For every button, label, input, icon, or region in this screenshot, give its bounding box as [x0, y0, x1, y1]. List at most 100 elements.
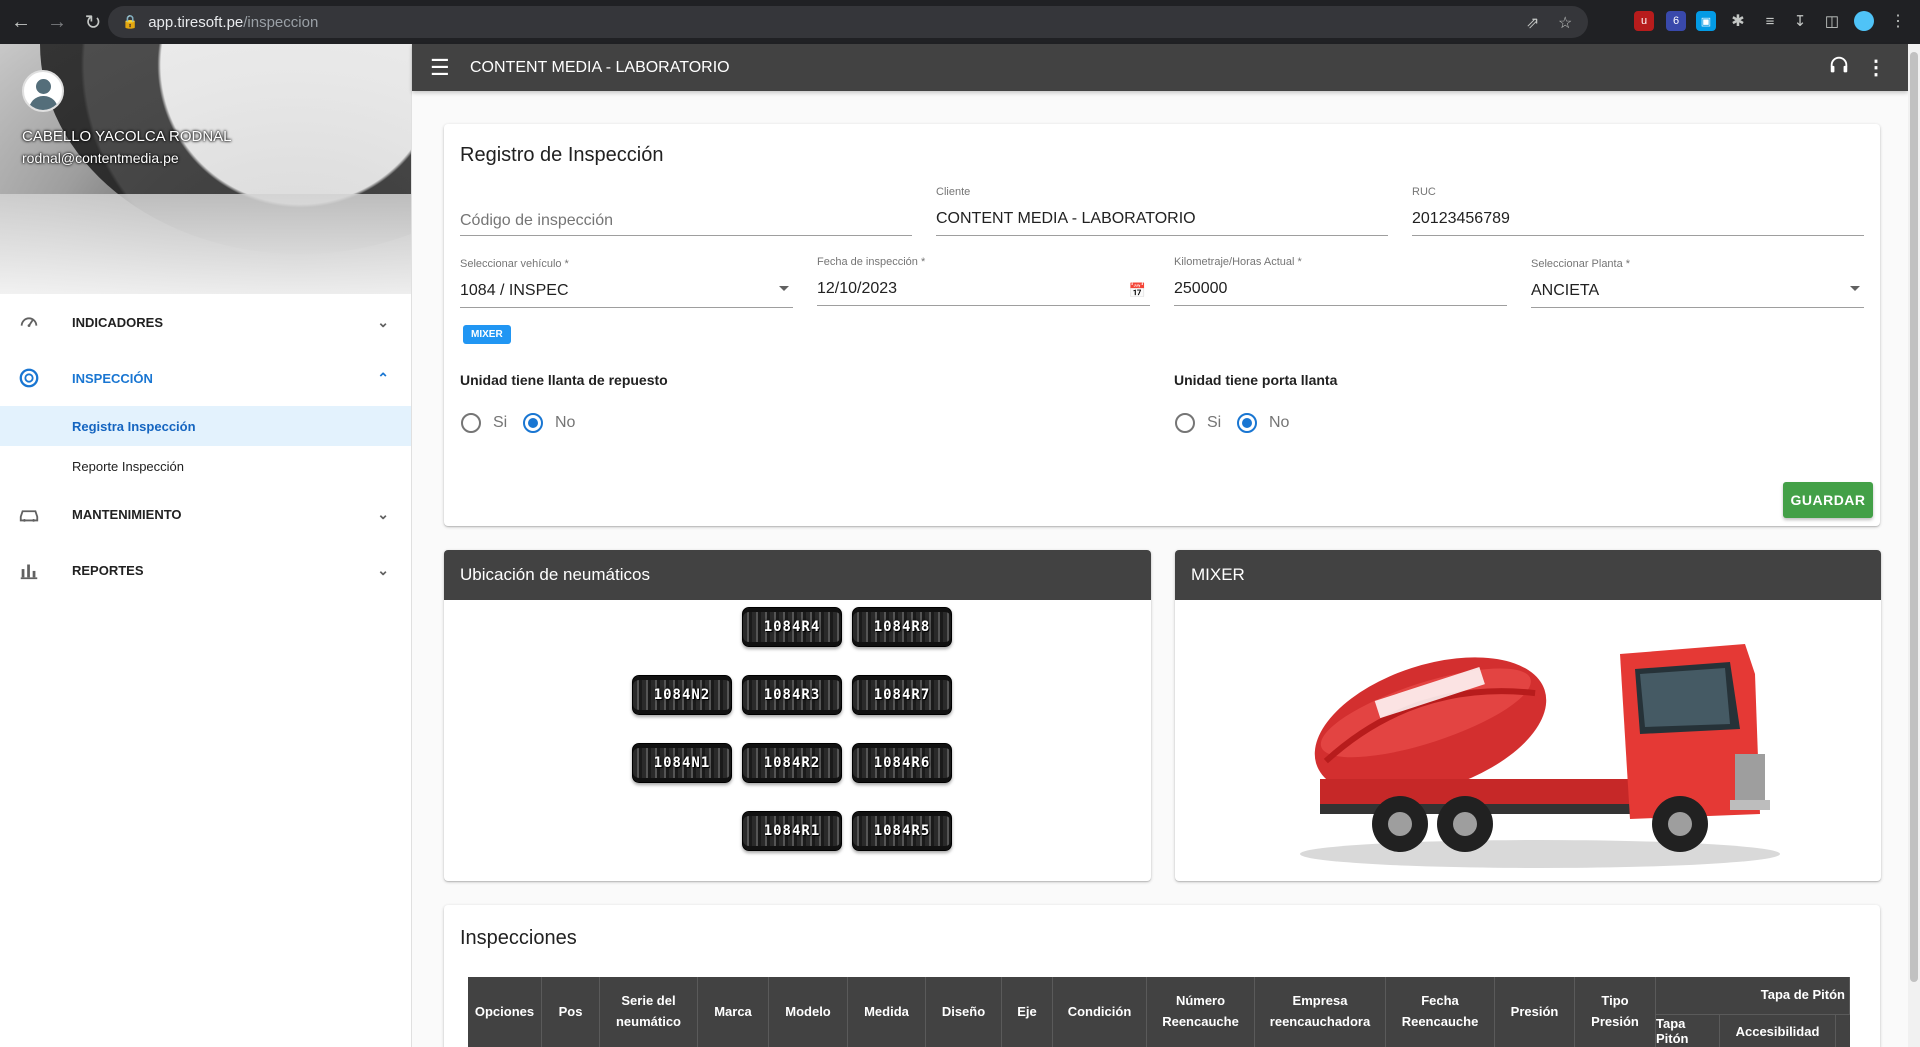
- scrollbar-thumb[interactable]: [1910, 52, 1918, 982]
- column-header[interactable]: Empresa reencauchadora: [1255, 977, 1386, 1047]
- browser-toolbar: ← → ↻ 🔒 app.tiresoft.pe/inspeccion ☆ ⇗ u…: [0, 0, 1920, 44]
- radio-label: No: [555, 414, 576, 431]
- column-header[interactable]: Presión: [1495, 977, 1575, 1047]
- column-header[interactable]: Número Reencauche: [1147, 977, 1255, 1047]
- porta-no-radio[interactable]: No: [1237, 413, 1289, 433]
- page-scrollbar[interactable]: [1908, 44, 1920, 1047]
- chevron-down-icon: ⌄: [377, 561, 389, 578]
- column-header[interactable]: Tipo Presión: [1575, 977, 1656, 1047]
- share-icon[interactable]: ⇗: [1526, 13, 1539, 33]
- tire-position-button[interactable]: 1084R4: [742, 607, 842, 647]
- cliente-label: Cliente: [936, 186, 971, 198]
- chrome-menu-icon[interactable]: ⋮: [1888, 11, 1908, 31]
- vehiculo-value: 1084 / INSPEC: [460, 282, 569, 299]
- profile-avatar-icon[interactable]: [1854, 11, 1874, 31]
- sidebar-item-label: INSPECCIÓN: [72, 370, 153, 386]
- registro-card: Registro de Inspección Código de inspecc…: [444, 124, 1880, 526]
- star-icon[interactable]: ☆: [1558, 13, 1572, 33]
- sidebar-item-inspeccion[interactable]: INSPECCIÓN ⌃: [0, 350, 411, 406]
- lock-icon: 🔒: [122, 14, 139, 29]
- fecha-inspeccion-field[interactable]: Fecha de inspección * 12/10/2023 📅: [817, 256, 1150, 306]
- address-bar[interactable]: 🔒 app.tiresoft.pe/inspeccion ☆ ⇗: [108, 6, 1588, 38]
- column-header[interactable]: Serie del neumático: [600, 977, 698, 1047]
- vehiculo-select[interactable]: Seleccionar vehículo * 1084 / INSPEC: [460, 258, 793, 308]
- ruc-value: 20123456789: [1412, 210, 1510, 227]
- tire-inspection-icon: [18, 367, 40, 389]
- sidebar-subitem-reporte-inspeccion[interactable]: Reporte Inspección: [0, 446, 411, 486]
- repuesto-no-radio[interactable]: No: [523, 413, 575, 433]
- download-icon[interactable]: ↧: [1790, 11, 1810, 31]
- repuesto-question: Unidad tiene llanta de repuesto: [460, 372, 668, 388]
- tire-position-button[interactable]: 1084R6: [852, 743, 952, 783]
- column-header[interactable]: Tapa Pitón: [1656, 1015, 1720, 1047]
- tire-position-button[interactable]: 1084R7: [852, 675, 952, 715]
- kilometraje-field[interactable]: Kilometraje/Horas Actual * 250000: [1174, 256, 1507, 306]
- column-header[interactable]: Medida: [848, 977, 926, 1047]
- codigo-inspeccion-field[interactable]: Código de inspección: [460, 202, 912, 236]
- column-header[interactable]: Eje: [1002, 977, 1053, 1047]
- ruc-field[interactable]: RUC 20123456789: [1412, 186, 1864, 236]
- tire-position-button[interactable]: 1084R5: [852, 811, 952, 851]
- back-icon[interactable]: ←: [6, 7, 36, 37]
- tire-position-button[interactable]: 1084R2: [742, 743, 842, 783]
- porta-si-radio[interactable]: Si: [1175, 413, 1221, 433]
- column-header[interactable]: Marca: [698, 977, 769, 1047]
- tire-position-button[interactable]: 1084N1: [632, 743, 732, 783]
- reload-icon[interactable]: ↻: [78, 7, 108, 37]
- tire-label: 1084R3: [763, 687, 821, 703]
- column-header[interactable]: Modelo: [769, 977, 848, 1047]
- ublock-icon[interactable]: u: [1634, 11, 1654, 31]
- extension-badge-icon[interactable]: 6: [1666, 11, 1686, 31]
- cliente-field[interactable]: Cliente CONTENT MEDIA - LABORATORIO: [936, 186, 1388, 236]
- tire-position-button[interactable]: 1084N2: [632, 675, 732, 715]
- headset-support-icon[interactable]: [1828, 54, 1850, 82]
- column-header[interactable]: Condición: [1053, 977, 1147, 1047]
- sidebar-subitem-registra-inspeccion[interactable]: Registra Inspección: [0, 406, 411, 446]
- sidebar-item-label: MANTENIMIENTO: [72, 506, 182, 522]
- avatar[interactable]: [22, 70, 64, 112]
- calendar-icon[interactable]: 📅: [1129, 282, 1146, 299]
- planta-value: ANCIETA: [1531, 282, 1600, 299]
- tire-position-button[interactable]: 1084R3: [742, 675, 842, 715]
- media-queue-icon[interactable]: ≡: [1760, 11, 1780, 31]
- tire-label: 1084N2: [653, 687, 711, 703]
- sidebar-item-reportes[interactable]: REPORTES ⌄: [0, 542, 411, 598]
- tire-position-button[interactable]: 1084R1: [742, 811, 842, 851]
- column-header[interactable]: Diseño: [926, 977, 1002, 1047]
- sidebar-menu: INDICADORES ⌄ INSPECCIÓN ⌃ Registra Insp…: [0, 294, 411, 598]
- chevron-down-icon: ⌄: [377, 505, 389, 522]
- sidebar-item-indicadores[interactable]: INDICADORES ⌄: [0, 294, 411, 350]
- inspecciones-title: Inspecciones: [460, 927, 577, 949]
- ruc-label: RUC: [1412, 186, 1436, 198]
- forward-icon[interactable]: →: [42, 7, 72, 37]
- banner-ground: [0, 194, 411, 294]
- column-header[interactable]: Pos: [542, 977, 600, 1047]
- dropdown-arrow-icon: [779, 286, 789, 291]
- repuesto-si-radio[interactable]: Si: [461, 413, 507, 433]
- extension-icon[interactable]: ▣: [1696, 11, 1716, 31]
- fecha-label: Fecha de inspección *: [817, 256, 926, 268]
- bar-chart-icon: [18, 559, 40, 581]
- fecha-value: 12/10/2023: [817, 280, 898, 297]
- column-header[interactable]: Accesibilidad: [1720, 1015, 1836, 1047]
- porta-question: Unidad tiene porta llanta: [1174, 372, 1338, 388]
- chevron-up-icon: ⌃: [377, 369, 389, 386]
- codigo-placeholder: Código de inspección: [460, 212, 613, 229]
- puzzle-icon[interactable]: ✱: [1728, 11, 1748, 31]
- tire-position-button[interactable]: 1084R8: [852, 607, 952, 647]
- guardar-button[interactable]: GUARDAR: [1783, 482, 1873, 518]
- tire-label: 1084R6: [873, 755, 931, 771]
- sidebar-item-mantenimiento[interactable]: MANTENIMIENTO ⌄: [0, 486, 411, 542]
- planta-select[interactable]: Seleccionar Planta * ANCIETA: [1531, 258, 1864, 308]
- radio-circle: [461, 413, 481, 433]
- radio-circle: [1237, 413, 1257, 433]
- radio-circle: [523, 413, 543, 433]
- hamburger-menu-icon[interactable]: ☰: [430, 55, 454, 81]
- ubicacion-card: Ubicación de neumáticos 1084R4 1084R8 10…: [444, 550, 1151, 881]
- radio-label: Si: [493, 414, 508, 431]
- more-vert-icon[interactable]: ⋮: [1866, 55, 1886, 80]
- vehicle-type-chip: MIXER: [463, 325, 511, 344]
- column-header[interactable]: Opciones: [468, 977, 542, 1047]
- column-header[interactable]: Fecha Reencauche: [1386, 977, 1495, 1047]
- side-panel-icon[interactable]: ◫: [1822, 11, 1842, 31]
